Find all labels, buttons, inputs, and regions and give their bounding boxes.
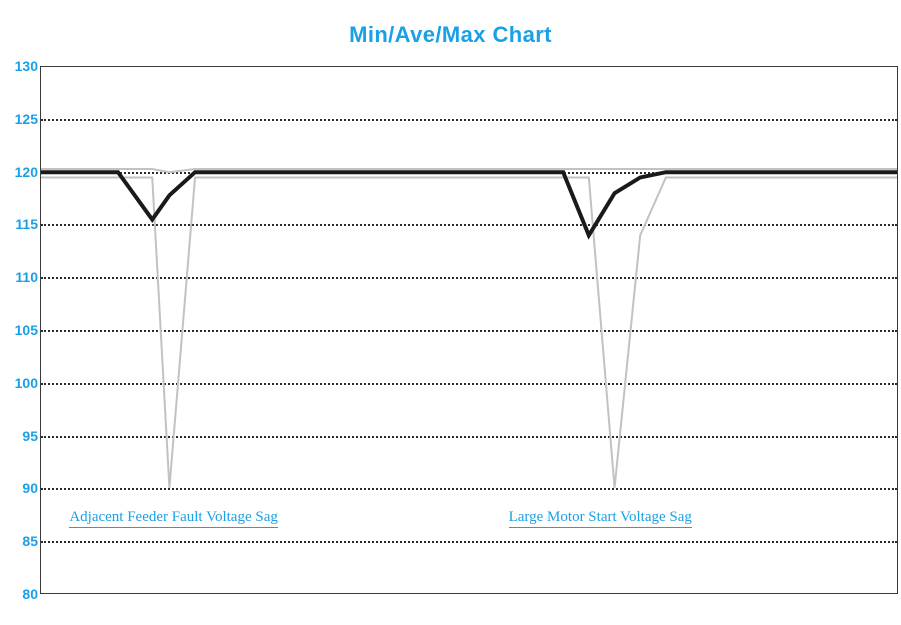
y-tick-label: 100: [10, 375, 38, 391]
y-tick-label: 130: [10, 58, 38, 74]
y-tick-label: 95: [10, 428, 38, 444]
y-tick-label: 120: [10, 164, 38, 180]
y-tick-label: 125: [10, 111, 38, 127]
chart-title: Min/Ave/Max Chart: [0, 0, 901, 48]
series-ave: [41, 172, 897, 235]
y-tick-label: 105: [10, 322, 38, 338]
y-tick-label: 115: [10, 216, 38, 232]
series-min: [41, 177, 897, 487]
plot-box: Adjacent Feeder Fault Voltage Sag Large M…: [40, 66, 898, 594]
chart-area: 80859095100105110115120125130 Adjacent F…: [10, 66, 898, 594]
y-tick-label: 110: [10, 269, 38, 285]
y-tick-label: 80: [10, 586, 38, 602]
annotation-adjacent[interactable]: Adjacent Feeder Fault Voltage Sag: [69, 509, 278, 528]
y-tick-label: 90: [10, 480, 38, 496]
annotation-largemotor[interactable]: Large Motor Start Voltage Sag: [509, 509, 692, 528]
y-tick-label: 85: [10, 533, 38, 549]
